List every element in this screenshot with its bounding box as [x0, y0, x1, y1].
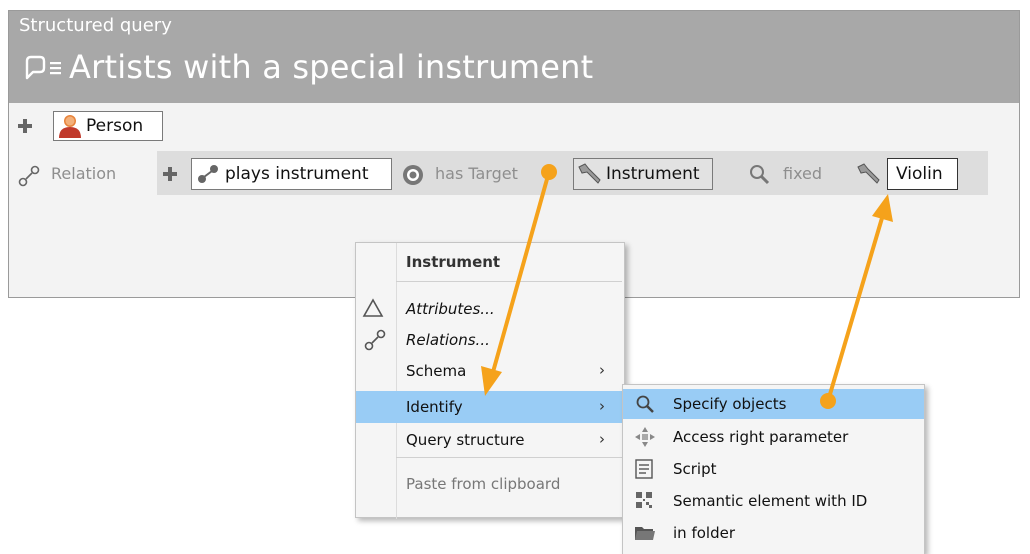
- menu-item-paste: Paste from clipboard: [406, 475, 561, 493]
- fixed-label: fixed: [783, 164, 823, 183]
- relation-label: Relation: [51, 164, 117, 183]
- submenu-item-script[interactable]: Script: [623, 454, 924, 484]
- menu-header: Instrument: [406, 253, 501, 271]
- identify-submenu: Specify objects Access right parameter S…: [622, 384, 925, 554]
- violin-value: Violin: [896, 164, 943, 184]
- title-bar: Structured query Artists with a special …: [9, 11, 1019, 103]
- context-menu: Instrument Attributes... Relations... Sc…: [355, 242, 625, 519]
- qr-code-icon: [636, 492, 652, 508]
- submenu-item-semantic-element[interactable]: Semantic element with ID: [623, 486, 924, 516]
- add-icon[interactable]: [18, 119, 32, 133]
- chevron-right-icon: ›: [599, 361, 605, 379]
- instrument-token[interactable]: Instrument: [573, 158, 713, 190]
- query-icon: [25, 55, 61, 80]
- target-icon: [403, 165, 423, 185]
- person-icon: [59, 115, 81, 138]
- wrench-icon: [578, 163, 601, 184]
- person-token[interactable]: Person: [53, 111, 163, 141]
- menu-separator: [396, 281, 622, 282]
- folder-icon: [635, 527, 655, 540]
- submenu-item-specify-objects[interactable]: Specify objects: [623, 389, 924, 419]
- menu-item-schema[interactable]: Schema ›: [356, 356, 624, 386]
- panel-subtitle: Structured query: [19, 15, 172, 36]
- violin-token[interactable]: Violin: [887, 158, 958, 190]
- menu-item-identify[interactable]: Identify ›: [356, 391, 624, 423]
- relation-icon: [364, 329, 386, 351]
- chevron-right-icon: ›: [599, 397, 605, 415]
- instrument-label: Instrument: [606, 164, 700, 184]
- menu-item-query-structure[interactable]: Query structure ›: [356, 425, 624, 455]
- search-icon: [750, 165, 770, 185]
- submenu-item-access-right[interactable]: Access right parameter: [623, 422, 924, 452]
- relation-icon: [18, 165, 40, 187]
- wrench-icon: [857, 163, 880, 184]
- relation-type-icon: [198, 165, 218, 183]
- menu-separator: [396, 457, 622, 458]
- query-title: Artists with a special instrument: [69, 48, 594, 86]
- add-relation-icon[interactable]: [163, 167, 177, 181]
- chevron-right-icon: ›: [599, 430, 605, 448]
- menu-item-attributes[interactable]: Attributes...: [356, 294, 624, 324]
- person-label: Person: [86, 116, 144, 136]
- submenu-item-in-folder[interactable]: in folder: [623, 518, 924, 548]
- triangle-icon: [362, 298, 384, 317]
- access-right-icon: [635, 427, 655, 447]
- search-icon: [636, 395, 654, 413]
- relation-token[interactable]: plays instrument: [191, 158, 392, 190]
- menu-item-relations[interactable]: Relations...: [356, 325, 624, 355]
- script-icon: [635, 459, 653, 479]
- has-target-label: has Target: [435, 164, 518, 183]
- relation-value: plays instrument: [225, 164, 369, 184]
